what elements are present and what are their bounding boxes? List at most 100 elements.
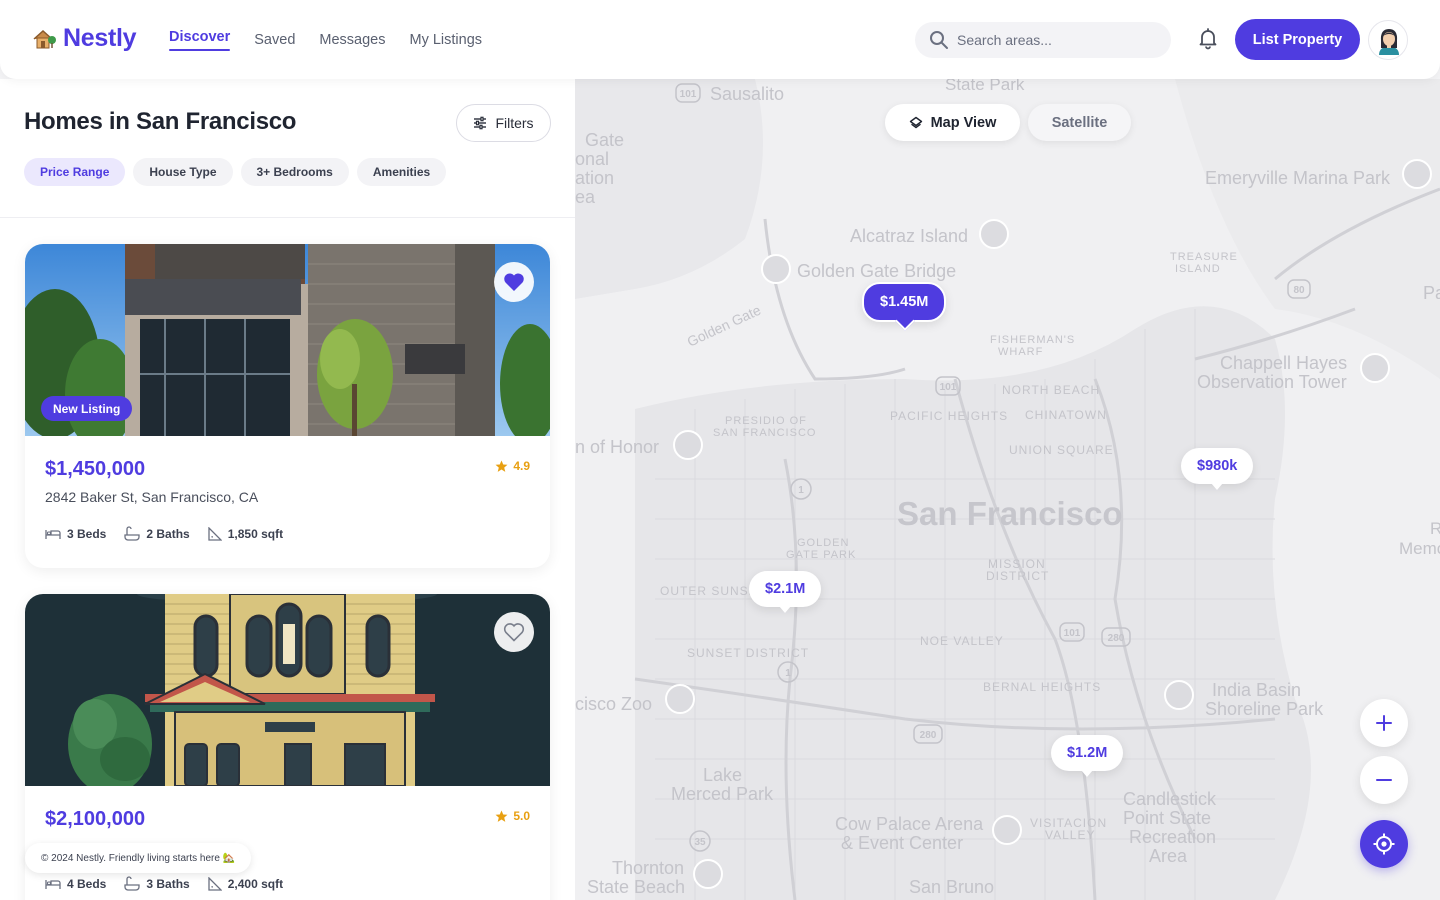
map-label-gate-4: ea (575, 187, 596, 207)
top-header: Nestly Discover Saved Messages My Listin… (0, 0, 1440, 79)
map-view-toggle[interactable]: Map View (885, 104, 1020, 141)
crosshair-icon (1373, 833, 1395, 855)
minus-icon (1376, 779, 1392, 781)
nav-my-listings[interactable]: My Listings (409, 32, 482, 48)
listing-rating: 5.0 (495, 809, 530, 823)
favorite-button[interactable] (494, 612, 534, 652)
chip-price-range[interactable]: Price Range (24, 158, 126, 186)
heart-filled-icon (504, 273, 524, 291)
baths-spec: 2 Baths (124, 526, 190, 542)
map-canvas[interactable]: Sausalito State Park Gate onal ation ea … (575, 79, 1440, 900)
poi-marker[interactable] (693, 859, 723, 889)
footer-note: © 2024 Nestly. Friendly living starts he… (25, 843, 252, 873)
nav-discover[interactable]: Discover (169, 29, 231, 51)
beds-spec: 3 Beds (45, 526, 106, 542)
rating-value: 5.0 (513, 809, 530, 823)
map-label-san-bruno: San Bruno (909, 877, 994, 897)
house-tree-icon (33, 29, 56, 48)
favorite-button[interactable] (494, 262, 534, 302)
map-label-thornton-1: Thornton (612, 858, 684, 878)
listing-photo[interactable]: New Listing (25, 244, 550, 436)
poi-marker[interactable] (1360, 353, 1390, 383)
map-view-label: Map View (930, 114, 997, 131)
poi-marker[interactable] (665, 684, 695, 714)
bell-icon[interactable] (1196, 26, 1220, 50)
map-label-gate-1: Gate (585, 130, 624, 150)
svg-text:101: 101 (1064, 628, 1081, 639)
map-label-visitacion-2: VALLEY (1045, 828, 1095, 842)
poi-marker[interactable] (1164, 680, 1194, 710)
beds-value: 4 Beds (67, 877, 107, 891)
map-label-candlestick-1: Candlestick (1123, 789, 1217, 809)
zoom-out-button[interactable] (1360, 756, 1408, 804)
nav-saved[interactable]: Saved (254, 32, 295, 48)
map-label-presidio-1: PRESIDIO OF (725, 415, 807, 427)
listing-rating: 4.9 (495, 459, 530, 473)
poi-marker[interactable] (761, 254, 791, 284)
listings-toolbar: Homes in San Francisco Filters Price Ran… (0, 79, 575, 218)
map-label-chappell-2: Observation Tower (1197, 372, 1347, 392)
poi-marker[interactable] (979, 219, 1009, 249)
search-icon (930, 31, 948, 49)
filters-button[interactable]: Filters (456, 104, 551, 142)
map-label-thornton-2: State Beach (587, 877, 685, 897)
chip-bedrooms[interactable]: 3+ Bedrooms (240, 158, 349, 186)
nav-messages[interactable]: Messages (319, 32, 385, 48)
beds-value: 3 Beds (67, 527, 107, 541)
filters-label: Filters (495, 115, 534, 131)
map-label-candlestick-2: Point State (1123, 808, 1211, 828)
price-pin[interactable]: $2.1M (749, 571, 822, 613)
avatar-icon (1379, 29, 1399, 55)
map-label-memo-1: R (1430, 519, 1440, 538)
svg-text:101: 101 (680, 89, 697, 100)
plus-icon (1376, 715, 1392, 731)
map-label-zoo: cisco Zoo (575, 694, 652, 714)
poi-marker[interactable] (1402, 159, 1432, 189)
satellite-toggle[interactable]: Satellite (1028, 104, 1131, 141)
svg-text:35: 35 (694, 837, 706, 848)
satellite-label: Satellite (1051, 114, 1108, 131)
map-label-lake-1: Lake (703, 765, 742, 785)
search-bar[interactable] (915, 22, 1171, 58)
price-pin[interactable]: $1.2M (1051, 735, 1124, 777)
listing-photo[interactable] (25, 594, 550, 786)
map-label-legion: n of Honor (575, 437, 659, 457)
map-label-candlestick-3: Recreation (1129, 827, 1216, 847)
poi-marker[interactable] (673, 430, 703, 460)
map-label-emeryville: Emeryville Marina Park (1205, 168, 1391, 188)
ruler-triangle-icon (208, 527, 222, 541)
zoom-in-button[interactable] (1360, 699, 1408, 747)
locate-me-button[interactable] (1360, 820, 1408, 868)
chip-house-type[interactable]: House Type (133, 158, 233, 186)
list-property-button[interactable]: List Property (1235, 19, 1360, 60)
map-label-chappell-1: Chappell Hayes (1220, 353, 1347, 373)
map-label-cow-2: & Event Center (841, 833, 963, 853)
map-label-treasure-1: TREASURE (1170, 251, 1238, 263)
listing-card[interactable]: New Listing $1,450,000 4.9 2842 Baker St… (25, 244, 550, 568)
map-label-presidio-2: SAN FRANCISCO (713, 427, 816, 439)
brand-logo[interactable]: Nestly (31, 24, 137, 53)
map-label-pacific-heights: PACIFIC HEIGHTS (890, 409, 1008, 423)
price-pin-active[interactable]: $1.45M (862, 282, 947, 322)
user-avatar[interactable] (1368, 20, 1408, 60)
poi-marker[interactable] (992, 815, 1022, 845)
new-listing-badge: New Listing (41, 396, 133, 421)
layers-icon (909, 116, 922, 128)
price-pin[interactable]: $980k (1181, 448, 1254, 490)
bed-icon (45, 880, 61, 889)
baths-spec: 3 Baths (124, 876, 190, 892)
map-panel[interactable]: Sausalito State Park Gate onal ation ea … (575, 79, 1440, 900)
listing-price: $2,100,000 (45, 808, 146, 830)
map-label-city: San Francisco (897, 495, 1123, 532)
map-label-gg-park-2: GATE PARK (786, 549, 856, 561)
star-icon (495, 810, 508, 822)
svg-text:80: 80 (1293, 285, 1305, 296)
map-label-treasure-2: ISLAND (1175, 263, 1221, 275)
map-label-sausalito: Sausalito (710, 84, 784, 104)
svg-text:101: 101 (940, 382, 957, 393)
chip-amenities[interactable]: Amenities (356, 158, 447, 186)
search-input[interactable] (957, 32, 1147, 48)
map-label-outer-sunset: OUTER SUNSE (660, 584, 758, 598)
map-label-memo-2: Memo (1399, 539, 1440, 558)
map-label-lake-2: Merced Park (671, 784, 774, 804)
